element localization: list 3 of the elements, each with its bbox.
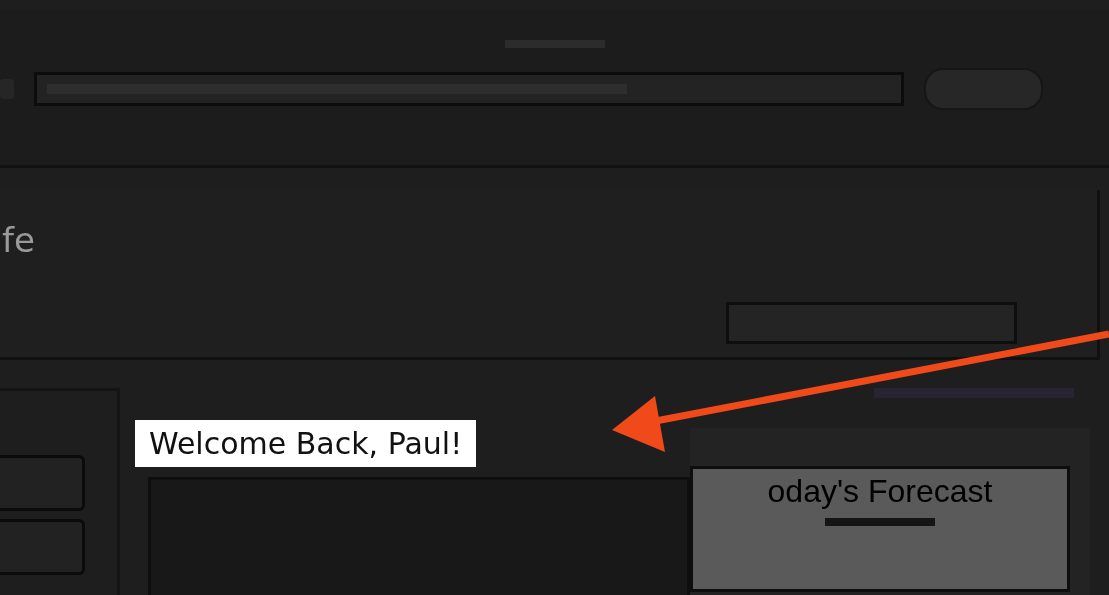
welcome-label: Welcome Back, Paul!: [135, 420, 477, 467]
forecast-title: oday's Forecast: [767, 473, 993, 510]
site-title: fe: [2, 220, 35, 260]
